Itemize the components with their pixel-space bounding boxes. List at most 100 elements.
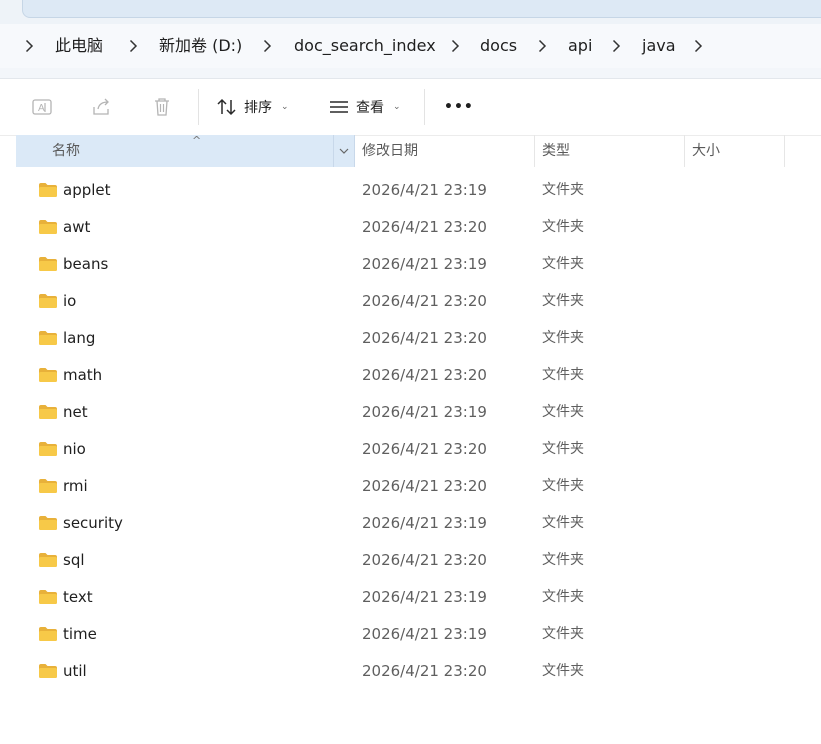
file-modified: 2026/4/21 23:19 [362,255,487,273]
chevron-right-icon[interactable] [693,24,703,68]
sort-button[interactable]: 排序 ⌄ [216,89,289,125]
file-modified: 2026/4/21 23:20 [362,551,487,569]
file-type: 文件夹 [542,293,584,309]
chevron-right-icon[interactable] [537,24,547,68]
breadcrumb-item-doc-search-index[interactable]: doc_search_index [294,24,436,68]
rename-button[interactable]: A [28,93,56,121]
file-name: text [63,588,93,606]
column-divider[interactable] [534,135,535,167]
table-row[interactable]: nio 2026/4/21 23:20 文件夹 [16,431,821,468]
breadcrumb-item-drive-d[interactable]: 新加卷 (D:) [159,24,242,68]
file-type: 文件夹 [542,478,584,494]
share-button[interactable] [88,93,116,121]
column-filter-dropdown[interactable] [333,135,354,167]
file-modified: 2026/4/21 23:19 [362,625,487,643]
view-button[interactable]: 查看 ⌄ [328,89,401,125]
table-row[interactable]: awt 2026/4/21 23:20 文件夹 [16,209,821,246]
file-name: util [63,662,87,680]
column-divider[interactable] [784,135,785,167]
chevron-right-icon[interactable] [450,24,460,68]
table-row[interactable]: security 2026/4/21 23:19 文件夹 [16,505,821,542]
folder-icon [39,553,57,567]
folder-icon [39,516,57,530]
file-name: net [63,403,88,421]
file-type: 文件夹 [542,256,584,272]
address-bar-bottom [0,68,821,79]
table-row[interactable]: net 2026/4/21 23:19 文件夹 [16,394,821,431]
file-type: 文件夹 [542,182,584,198]
column-header-size[interactable]: 大小 [692,135,782,167]
file-name: math [63,366,103,384]
file-modified: 2026/4/21 23:20 [362,440,487,458]
more-options-button[interactable]: ••• [444,89,474,125]
table-row[interactable]: util 2026/4/21 23:20 文件夹 [16,653,821,690]
table-row[interactable]: math 2026/4/21 23:20 文件夹 [16,357,821,394]
delete-button[interactable] [148,93,176,121]
tab-strip [0,0,821,24]
folder-icon [39,331,57,345]
sort-button-label: 排序 [244,100,272,116]
folder-icon [39,405,57,419]
file-type: 文件夹 [542,626,584,642]
rename-icon: A [32,99,52,115]
table-row[interactable]: time 2026/4/21 23:19 文件夹 [16,616,821,653]
file-modified: 2026/4/21 23:19 [362,588,487,606]
table-row[interactable]: applet 2026/4/21 23:19 文件夹 [16,172,821,209]
breadcrumb-item-docs[interactable]: docs [480,24,517,68]
table-row[interactable]: beans 2026/4/21 23:19 文件夹 [16,246,821,283]
breadcrumb-item-this-pc[interactable]: 此电脑 [55,24,103,68]
file-modified: 2026/4/21 23:20 [362,329,487,347]
file-name: rmi [63,477,88,495]
column-divider[interactable] [684,135,685,167]
table-row[interactable]: io 2026/4/21 23:20 文件夹 [16,283,821,320]
file-type: 文件夹 [542,367,584,383]
file-modified: 2026/4/21 23:20 [362,366,487,384]
column-header-modified[interactable]: 修改日期 [362,135,532,167]
file-modified: 2026/4/21 23:20 [362,662,487,680]
share-icon [93,98,109,115]
svg-text:A: A [38,103,45,114]
folder-icon [39,294,57,308]
table-row[interactable]: sql 2026/4/21 23:20 文件夹 [16,542,821,579]
column-header-size-label: 大小 [692,143,720,159]
chevron-right-icon[interactable] [262,24,272,68]
file-type: 文件夹 [542,589,584,605]
folder-icon [39,664,57,678]
toolbar-divider [198,89,199,125]
file-name: time [63,625,97,643]
chevron-right-icon[interactable] [611,24,621,68]
breadcrumb-item-api[interactable]: api [568,24,592,68]
chevron-right-icon[interactable] [128,24,138,68]
window-tab[interactable] [22,0,821,18]
breadcrumb-item-java[interactable]: java [642,24,676,68]
file-name: lang [63,329,96,347]
column-header-type-label: 类型 [542,143,570,159]
folder-icon [39,627,57,641]
table-row[interactable]: text 2026/4/21 23:19 文件夹 [16,579,821,616]
file-name: sql [63,551,85,569]
folder-icon [39,590,57,604]
chevron-down-icon: ⌄ [393,102,401,112]
file-type: 文件夹 [542,330,584,346]
column-header-name[interactable]: 名称 ^ [16,134,355,167]
file-modified: 2026/4/21 23:19 [362,181,487,199]
table-row[interactable]: lang 2026/4/21 23:20 文件夹 [16,320,821,357]
folder-icon [39,183,57,197]
file-type: 文件夹 [542,404,584,420]
chevron-down-icon [339,148,349,154]
column-header-type[interactable]: 类型 [542,135,682,167]
column-header-name-label: 名称 [52,143,80,159]
file-type: 文件夹 [542,515,584,531]
folder-icon [39,257,57,271]
file-name: nio [63,440,86,458]
table-row[interactable]: rmi 2026/4/21 23:20 文件夹 [16,468,821,505]
sort-ascending-icon: ^ [192,134,202,147]
file-name: beans [63,255,109,273]
file-name: io [63,292,77,310]
breadcrumb[interactable]: 此电脑 新加卷 (D:) doc_search_index docs api j… [0,24,821,68]
trash-icon [155,98,169,116]
folder-icon [39,368,57,382]
chevron-right-icon[interactable] [24,24,34,68]
file-type: 文件夹 [542,552,584,568]
file-modified: 2026/4/21 23:20 [362,218,487,236]
